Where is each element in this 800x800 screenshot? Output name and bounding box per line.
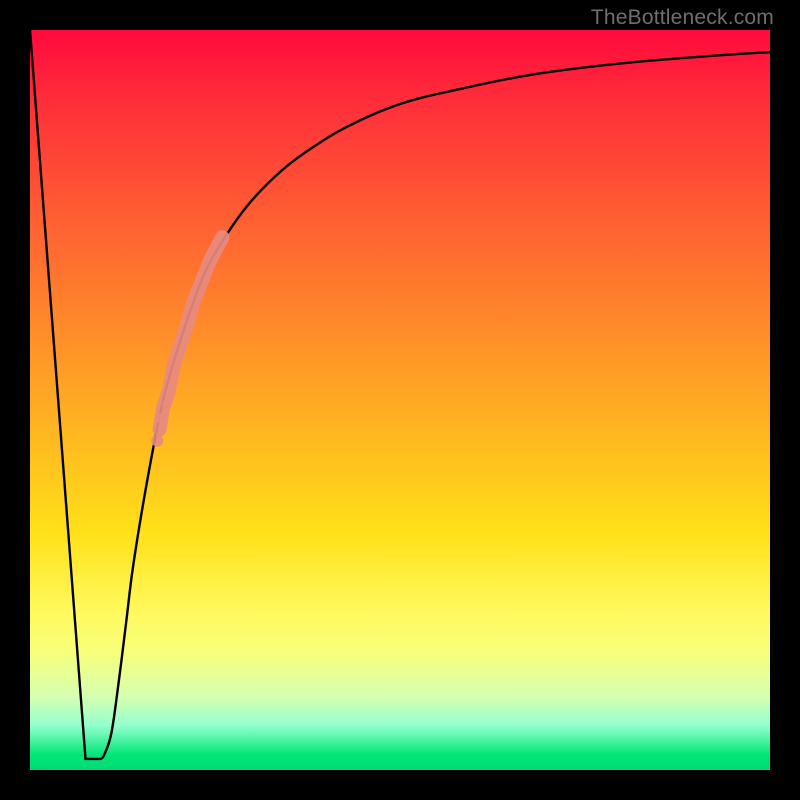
highlight-dots	[151, 237, 222, 447]
highlight-dot	[162, 400, 170, 408]
curve-path	[30, 30, 770, 759]
highlight-dot	[151, 435, 163, 447]
curve-layer	[30, 30, 770, 770]
plot-area	[30, 30, 770, 770]
bottleneck-curve	[30, 30, 770, 759]
highlight-dot	[156, 414, 166, 424]
chart-frame: TheBottleneck.com	[0, 0, 800, 800]
watermark-text: TheBottleneck.com	[591, 6, 774, 30]
highlight-stroke	[160, 237, 223, 429]
